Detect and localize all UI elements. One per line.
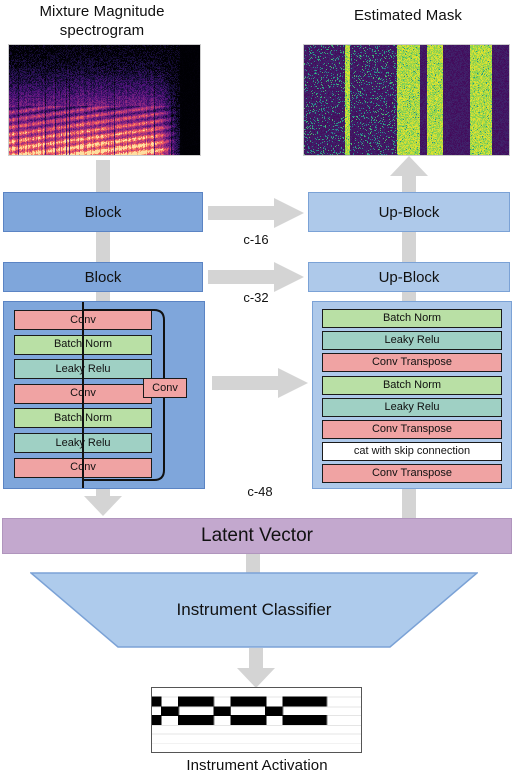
mixture-spectrogram-title: Mixture Magnitude spectrogram	[8, 2, 196, 40]
encoder-block-2-label: Block	[84, 268, 122, 286]
encoder-skip-conv-label: Conv	[152, 381, 178, 394]
mixture-spectrogram-image	[8, 44, 201, 156]
encoder-layer-2-label: Batch Norm	[53, 338, 113, 351]
decoder-layer-2[interactable]: Leaky Relu	[322, 331, 502, 351]
connector-latent-to-classifier	[246, 554, 260, 574]
estimated-mask-image	[303, 44, 510, 156]
encoder-skip-conv-chip[interactable]: Conv	[143, 378, 187, 398]
encoder-layer-2[interactable]: Batch Norm	[14, 334, 152, 355]
encoder-layer-4[interactable]: Conv	[14, 383, 152, 404]
encoder-layer-5[interactable]: Batch Norm	[14, 408, 152, 429]
instrument-activation-caption: Instrument Activation	[186, 757, 328, 774]
skip-label-c48: c-48	[247, 484, 273, 499]
connector-upblock1-to-upblock2	[402, 232, 416, 262]
encoder-layer-7-label: Conv	[70, 461, 96, 474]
decoder-layer-8[interactable]: Conv Transpose	[322, 464, 502, 484]
encoder-layer-1[interactable]: Conv	[14, 310, 152, 330]
encoder-block-1[interactable]: Block	[3, 192, 203, 232]
decoder-up-block-1-label: Up-Block	[378, 203, 440, 221]
skip-label-c32: c-32	[243, 290, 269, 305]
decoder-detail-block: Batch Norm Leaky Relu Conv Transpose Batch …	[312, 301, 512, 489]
encoder-layer-7[interactable]: Conv	[14, 457, 152, 478]
decoder-layer-5-label: Leaky Relu	[384, 400, 440, 413]
latent-vector-label: Latent Vector	[201, 525, 313, 546]
latent-vector-node[interactable]: Latent Vector	[2, 518, 512, 554]
encoder-layer-3[interactable]: Leaky Relu	[14, 359, 152, 380]
encoder-layer-5-label: Batch Norm	[53, 411, 113, 424]
skip-arrow-c48	[212, 368, 308, 398]
encoder-block-2[interactable]: Block	[3, 262, 203, 292]
arrow-classifier-to-activation	[233, 648, 279, 688]
decoder-layer-3[interactable]: Conv Transpose	[322, 353, 502, 373]
arrow-upblock1-to-mask	[386, 156, 432, 196]
encoder-detail-block: Conv Batch Norm Leaky Relu Conv Batch Norm Le…	[3, 301, 205, 489]
decoder-layer-3-label: Conv Transpose	[371, 356, 453, 369]
skip-arrow-c32	[208, 262, 304, 292]
connector-spectrogram-to-block1	[96, 160, 110, 192]
decoder-up-block-2[interactable]: Up-Block	[308, 262, 510, 292]
skip-label-c16: c-16	[243, 232, 269, 247]
instrument-activation-image	[151, 687, 362, 753]
decoder-up-block-2-label: Up-Block	[378, 268, 440, 286]
encoder-layer-6-label: Leaky Relu	[55, 436, 111, 449]
encoder-block-1-label: Block	[84, 203, 122, 221]
decoder-layer-5[interactable]: Leaky Relu	[322, 397, 502, 417]
estimated-mask-title: Estimated Mask	[353, 7, 463, 24]
decoder-layer-7-label: cat with skip connection	[353, 445, 471, 458]
mixture-spectrogram-title-line2: spectrogram	[59, 22, 145, 39]
decoder-layer-6-label: Conv Transpose	[371, 423, 453, 435]
decoder-layer-8-label: Conv Transpose	[371, 467, 453, 480]
encoder-layer-3-label: Leaky Relu	[55, 362, 111, 375]
decoder-layer-6[interactable]: Conv Transpose	[322, 420, 502, 439]
mixture-spectrogram-title-line1: Mixture Magnitude	[39, 3, 165, 20]
decoder-layer-1-label: Batch Norm	[382, 312, 442, 324]
encoder-layer-4-label: Conv	[70, 387, 96, 400]
instrument-classifier-node[interactable]: Instrument Classifier	[30, 572, 478, 648]
decoder-layer-2-label: Leaky Relu	[384, 334, 440, 347]
encoder-layer-1-label: Conv	[70, 313, 96, 326]
encoder-layer-6[interactable]: Leaky Relu	[14, 433, 152, 453]
decoder-layer-4-label: Batch Norm	[382, 378, 442, 391]
decoder-up-block-1[interactable]: Up-Block	[308, 192, 510, 232]
decoder-layer-4[interactable]: Batch Norm	[322, 375, 502, 395]
decoder-layer-7[interactable]: cat with skip connection	[322, 442, 502, 462]
decoder-layer-1[interactable]: Batch Norm	[322, 309, 502, 328]
connector-block1-to-block2	[96, 232, 110, 262]
skip-arrow-c16	[208, 198, 304, 228]
